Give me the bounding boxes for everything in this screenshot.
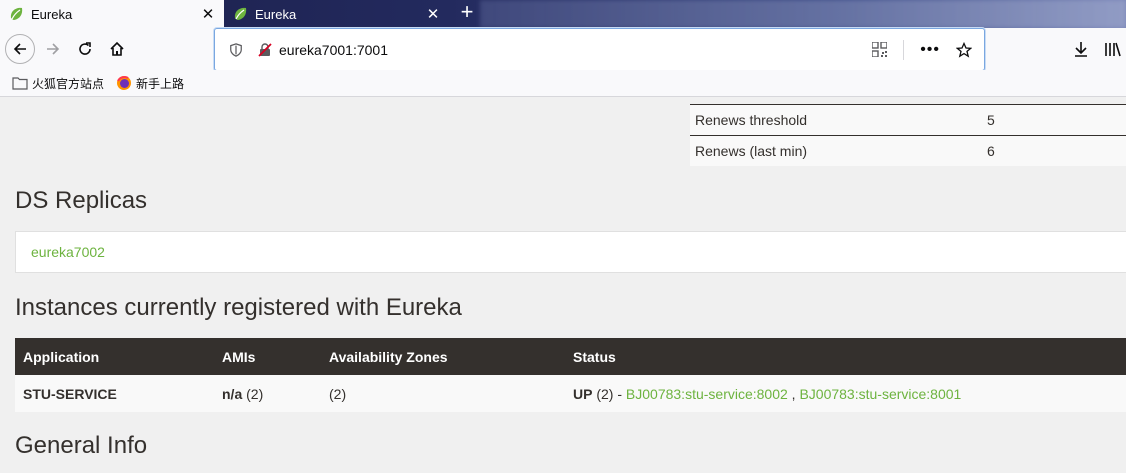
amis-cell: n/a (2) xyxy=(222,385,264,402)
table-header: Application AMIs Availability Zones Stat… xyxy=(15,338,1126,375)
tab-eureka-active[interactable]: Eureka ✕ xyxy=(0,0,224,28)
renews-threshold-value: 5 xyxy=(987,112,995,128)
page-actions-icon[interactable]: ••• xyxy=(920,41,940,59)
firefox-icon xyxy=(117,76,132,90)
bookmark-label: 新手上路 xyxy=(136,76,185,91)
renews-last-min-label: Renews (last min) xyxy=(695,143,808,159)
bookmark-star-icon[interactable] xyxy=(956,41,972,58)
status-up: UP xyxy=(573,385,593,402)
ds-replicas-heading: DS Replicas xyxy=(15,187,148,214)
table-row: Renews (last min) 6 xyxy=(690,135,1126,166)
download-icon xyxy=(1075,42,1087,57)
home-icon xyxy=(110,41,124,56)
shield-icon[interactable] xyxy=(229,42,243,57)
column-header-zones: Availability Zones xyxy=(329,348,448,365)
qr-code-icon[interactable] xyxy=(872,42,888,57)
instance-link[interactable]: BJ00783:stu-service:8002 xyxy=(626,386,788,402)
window-title-blur xyxy=(480,0,1126,28)
reload-icon xyxy=(79,42,91,55)
divider xyxy=(903,39,905,60)
forward-arrow-icon xyxy=(47,43,60,55)
instances-table: Application AMIs Availability Zones Stat… xyxy=(15,338,1126,412)
spring-leaf-icon xyxy=(10,7,23,20)
table-row: Renews threshold 5 xyxy=(690,104,1126,135)
insecure-lock-icon[interactable] xyxy=(257,42,273,58)
home-button[interactable] xyxy=(102,34,132,64)
address-bar[interactable]: eureka7001:7001 ••• xyxy=(214,28,985,71)
reload-button[interactable] xyxy=(70,34,100,64)
tab-eureka[interactable]: Eureka ✕ xyxy=(224,0,449,28)
bookmark-firefox-official-site[interactable]: 火狐官方站点 xyxy=(12,75,104,92)
back-arrow-icon xyxy=(13,43,26,55)
status-count: (2) - xyxy=(596,385,623,402)
status-cell: UP (2) - BJ00783:stu-service:8002 , BJ00… xyxy=(573,386,1126,402)
close-tab-icon[interactable]: ✕ xyxy=(200,6,216,23)
bookmark-getting-started[interactable]: 新手上路 xyxy=(116,75,184,92)
zones-cell: (2) xyxy=(329,385,347,402)
ds-replicas-list: eureka7002 xyxy=(15,231,1126,273)
back-button[interactable] xyxy=(5,34,35,64)
library-icon xyxy=(1105,42,1121,57)
general-info-heading: General Info xyxy=(15,432,148,459)
instance-link[interactable]: BJ00783:stu-service:8001 xyxy=(799,386,961,402)
new-tab-button[interactable]: + xyxy=(456,1,478,24)
replica-link[interactable]: eureka7002 xyxy=(31,244,105,260)
navigation-toolbar: eureka7001:7001 ••• xyxy=(0,28,1126,71)
tab-title: Eureka xyxy=(31,6,73,22)
renews-threshold-label: Renews threshold xyxy=(695,112,808,128)
forward-button[interactable] xyxy=(38,34,68,64)
tab-title: Eureka xyxy=(255,6,297,22)
library-button[interactable] xyxy=(1098,34,1126,64)
tab-strip: Eureka ✕ Eureka ✕ + xyxy=(0,0,1126,28)
downloads-button[interactable] xyxy=(1066,34,1096,64)
spring-leaf-icon xyxy=(234,7,247,20)
application-name: STU-SERVICE xyxy=(23,385,117,402)
page-content: Renews threshold 5 Renews (last min) 6 D… xyxy=(0,98,1126,473)
instance-separator: , xyxy=(791,385,796,402)
folder-icon xyxy=(12,77,28,90)
column-header-amis: AMIs xyxy=(222,348,256,365)
column-header-application: Application xyxy=(23,348,100,365)
renews-last-min-value: 6 xyxy=(987,143,995,159)
renewals-table: Renews threshold 5 Renews (last min) 6 xyxy=(690,104,1126,166)
bookmark-label: 火狐官方站点 xyxy=(32,76,105,91)
instances-heading: Instances currently registered with Eure… xyxy=(15,294,462,321)
column-header-status: Status xyxy=(573,348,616,365)
url-text[interactable]: eureka7001:7001 xyxy=(279,42,388,58)
bookmarks-toolbar: 火狐官方站点 新手上路 xyxy=(0,70,1126,97)
table-row: STU-SERVICE n/a (2) (2) UP (2) - BJ00783… xyxy=(15,375,1126,412)
close-tab-icon[interactable]: ✕ xyxy=(425,6,441,23)
